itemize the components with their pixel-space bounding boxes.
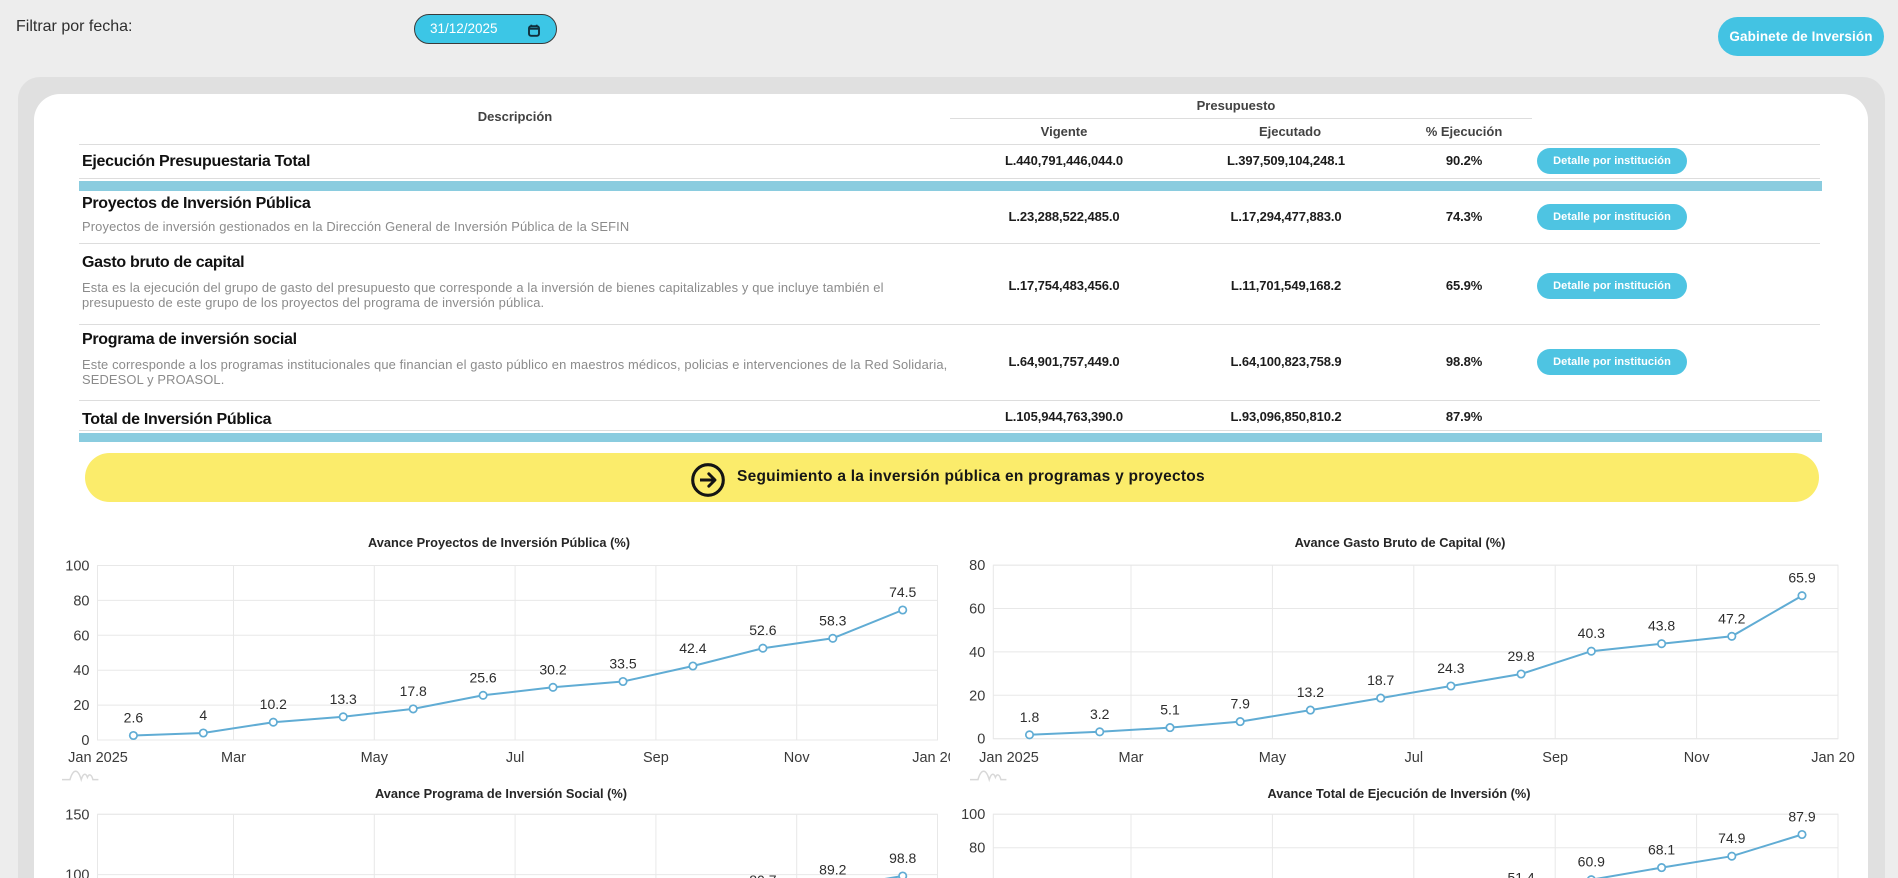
svg-text:13.2: 13.2 [1297,684,1324,700]
svg-text:Jan 20: Jan 20 [1811,750,1855,766]
svg-text:100: 100 [65,559,89,575]
svg-text:51.4: 51.4 [1507,870,1534,878]
svg-text:Avance Proyectos de Inversión: Avance Proyectos de Inversión Pública (%… [368,535,630,550]
svg-text:7.9: 7.9 [1230,696,1250,712]
svg-text:13.3: 13.3 [330,691,357,707]
svg-text:Mar: Mar [221,750,246,766]
svg-text:60: 60 [73,628,89,644]
svg-text:98.8: 98.8 [889,850,916,866]
svg-text:74.9: 74.9 [1718,830,1745,846]
svg-text:Mar: Mar [1119,750,1144,766]
svg-text:74.5: 74.5 [889,584,916,600]
svg-text:10.2: 10.2 [260,696,287,712]
svg-text:Jan 2025: Jan 2025 [979,750,1039,766]
svg-text:58.3: 58.3 [819,612,846,628]
svg-text:5.1: 5.1 [1160,702,1180,718]
svg-text:May: May [361,750,389,766]
svg-text:2.6: 2.6 [124,710,144,726]
svg-text:60.9: 60.9 [1578,854,1605,870]
svg-text:Jul: Jul [506,750,525,766]
svg-text:150: 150 [65,807,89,823]
svg-text:25.6: 25.6 [469,669,496,685]
svg-text:20: 20 [969,688,985,704]
svg-text:Jan 2025: Jan 2025 [68,750,128,766]
svg-text:43.8: 43.8 [1648,618,1675,634]
svg-text:Avance Programa de Inversión S: Avance Programa de Inversión Social (%) [375,786,627,801]
svg-text:68.1: 68.1 [1648,842,1675,858]
svg-text:Avance Gasto Bruto de Capital: Avance Gasto Bruto de Capital (%) [1295,535,1506,550]
svg-text:33.5: 33.5 [609,656,636,672]
svg-text:80.7: 80.7 [749,872,776,878]
svg-text:52.6: 52.6 [749,622,776,638]
svg-text:89.2: 89.2 [819,862,846,878]
svg-text:80: 80 [969,841,985,857]
svg-text:87.9: 87.9 [1788,809,1815,825]
svg-text:24.3: 24.3 [1437,660,1464,676]
svg-text:Nov: Nov [784,750,811,766]
svg-text:40: 40 [73,663,89,679]
svg-text:0: 0 [81,733,89,749]
svg-text:40.3: 40.3 [1578,625,1605,641]
svg-text:20: 20 [73,698,89,714]
svg-text:Sep: Sep [643,750,669,766]
svg-text:29.8: 29.8 [1507,648,1534,664]
svg-text:Jul: Jul [1405,750,1424,766]
svg-text:47.2: 47.2 [1718,610,1745,626]
svg-text:Avance Total de Ejecución de I: Avance Total de Ejecución de Inversión (… [1267,786,1530,801]
svg-text:60: 60 [969,602,985,618]
svg-text:1.8: 1.8 [1020,709,1040,725]
svg-text:4: 4 [199,707,207,723]
svg-text:80: 80 [969,558,985,574]
svg-text:40: 40 [969,645,985,661]
svg-text:3.2: 3.2 [1090,706,1110,722]
svg-text:Sep: Sep [1542,750,1568,766]
svg-text:100: 100 [65,868,89,878]
svg-text:100: 100 [961,807,985,823]
svg-text:17.8: 17.8 [400,683,427,699]
svg-text:0: 0 [977,732,985,748]
svg-text:Nov: Nov [1684,750,1711,766]
svg-text:30.2: 30.2 [539,661,566,677]
svg-text:May: May [1259,750,1287,766]
svg-text:Jan 20: Jan 20 [912,750,950,766]
svg-text:42.4: 42.4 [679,640,706,656]
svg-text:80: 80 [73,593,89,609]
svg-text:65.9: 65.9 [1788,570,1815,586]
svg-text:18.7: 18.7 [1367,672,1394,688]
